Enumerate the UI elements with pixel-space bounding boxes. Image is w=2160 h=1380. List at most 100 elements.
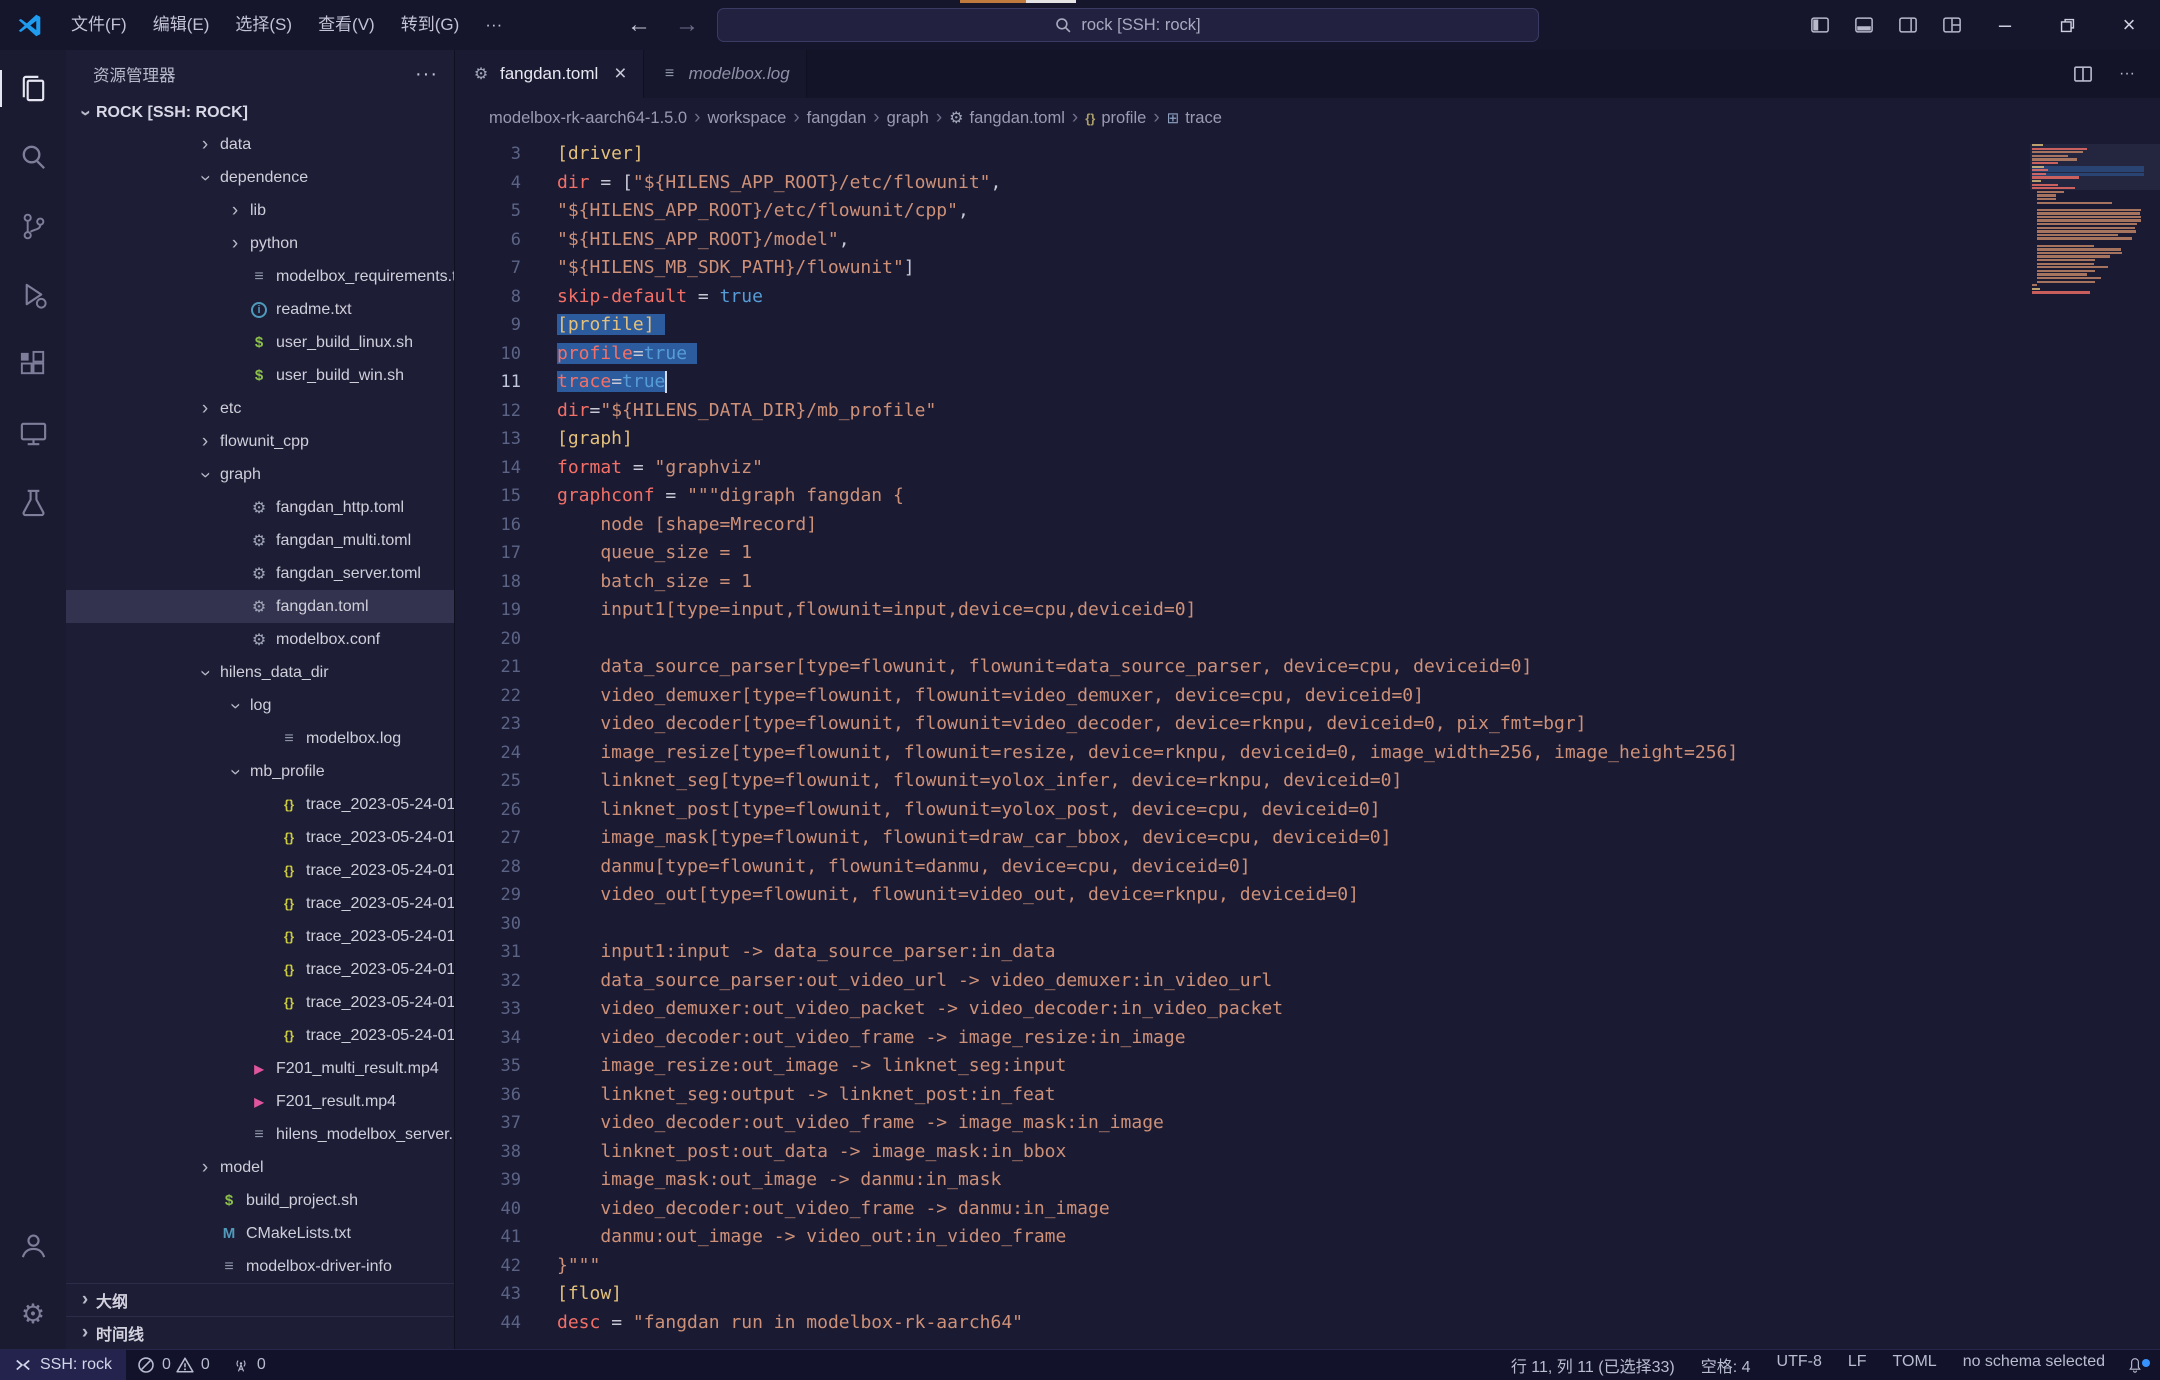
- tree-item[interactable]: ireadme.txt: [66, 293, 454, 326]
- code-text[interactable]: [driver]: [521, 140, 644, 169]
- breadcrumb-item[interactable]: modelbox-rk-aarch64-1.5.0: [489, 109, 687, 128]
- outline-panel[interactable]: › 大纲: [66, 1283, 454, 1316]
- code-text[interactable]: "${HILENS_APP_ROOT}/model",: [521, 226, 850, 255]
- tree-item[interactable]: MCMakeLists.txt: [66, 1217, 454, 1250]
- code-text[interactable]: batch_size = 1: [521, 568, 752, 597]
- menu-item[interactable]: ···: [472, 0, 515, 50]
- code-text[interactable]: "${HILENS_APP_ROOT}/etc/flowunit/cpp",: [521, 197, 969, 226]
- tree-item[interactable]: ›etc: [66, 392, 454, 425]
- problems-indicator[interactable]: 0 0: [126, 1356, 221, 1374]
- tree-item[interactable]: ⚙modelbox.conf: [66, 623, 454, 656]
- menu-item[interactable]: 转到(G): [388, 0, 473, 50]
- more-actions-icon[interactable]: ···: [2106, 50, 2148, 98]
- code-text[interactable]: video_decoder[type=flowunit, flowunit=vi…: [521, 710, 1587, 739]
- tree-item[interactable]: ⚙fangdan.toml: [66, 590, 454, 623]
- breadcrumb-item[interactable]: {}profile: [1085, 109, 1146, 128]
- close-icon[interactable]: ×: [614, 62, 626, 86]
- tree-item[interactable]: ≡modelbox_requirements.txt: [66, 260, 454, 293]
- status-item[interactable]: UTF-8: [1764, 1353, 1835, 1377]
- tree-item[interactable]: {}trace_2023-05-24-01-39-24.js...: [66, 1019, 454, 1052]
- code-text[interactable]: video_demuxer:out_video_packet -> video_…: [521, 995, 1283, 1024]
- code-text[interactable]: linknet_seg[type=flowunit, flowunit=yolo…: [521, 767, 1402, 796]
- ports-indicator[interactable]: 0: [221, 1356, 277, 1374]
- split-editor-icon[interactable]: [2062, 50, 2104, 98]
- status-item[interactable]: LF: [1835, 1353, 1880, 1377]
- workspace-section-header[interactable]: › ROCK [SSH: ROCK]: [66, 98, 454, 128]
- code-text[interactable]: linknet_seg:output -> linknet_post:in_fe…: [521, 1081, 1056, 1110]
- extensions-icon[interactable]: [0, 330, 66, 399]
- tree-item[interactable]: ›data: [66, 128, 454, 161]
- source-control-icon[interactable]: [0, 192, 66, 261]
- tree-item[interactable]: {}trace_2023-05-24-01-36-18.js...: [66, 887, 454, 920]
- menu-item[interactable]: 编辑(E): [140, 0, 223, 50]
- search-icon[interactable]: [0, 123, 66, 192]
- code-text[interactable]: trace=true: [521, 368, 667, 397]
- code-text[interactable]: "${HILENS_MB_SDK_PATH}/flowunit"]: [521, 254, 915, 283]
- code-text[interactable]: [profile]: [521, 311, 665, 340]
- code-text[interactable]: data_source_parser:out_video_url -> vide…: [521, 967, 1272, 996]
- tree-item[interactable]: $user_build_win.sh: [66, 359, 454, 392]
- tree-item[interactable]: ⚙fangdan_http.toml: [66, 491, 454, 524]
- tree-item[interactable]: {}trace_2023-05-24-01-38-18.js...: [66, 953, 454, 986]
- menu-item[interactable]: 选择(S): [222, 0, 305, 50]
- account-icon[interactable]: [0, 1211, 66, 1280]
- code-text[interactable]: format = "graphviz": [521, 454, 763, 483]
- code-text[interactable]: dir = ["${HILENS_APP_ROOT}/etc/flowunit"…: [521, 169, 1001, 198]
- code-text[interactable]: graphconf = """digraph fangdan {: [521, 482, 904, 511]
- code-text[interactable]: linknet_post:out_data -> image_mask:in_b…: [521, 1138, 1066, 1167]
- tree-item[interactable]: {}trace_2023-05-24-01-39-19.js...: [66, 986, 454, 1019]
- code-text[interactable]: [521, 625, 557, 654]
- remote-indicator[interactable]: SSH: rock: [0, 1350, 126, 1380]
- code-text[interactable]: data_source_parser[type=flowunit, flowun…: [521, 653, 1532, 682]
- tab-modelbox.log[interactable]: ≡modelbox.log: [644, 50, 807, 98]
- status-item[interactable]: 行 11, 列 11 (已选择33): [1498, 1353, 1688, 1377]
- restore-button[interactable]: [2036, 0, 2098, 50]
- status-item[interactable]: TOML: [1880, 1353, 1950, 1377]
- tree-item[interactable]: {}trace_2023-05-24-01-37-18.js...: [66, 920, 454, 953]
- toggle-sidebar-icon[interactable]: [1798, 0, 1842, 50]
- more-actions-icon[interactable]: ···: [415, 63, 438, 86]
- code-text[interactable]: profile=true: [521, 340, 697, 369]
- tree-item[interactable]: ›lib: [66, 194, 454, 227]
- code-text[interactable]: video_demuxer[type=flowunit, flowunit=vi…: [521, 682, 1424, 711]
- tree-item[interactable]: ›graph: [66, 458, 454, 491]
- minimap[interactable]: [2032, 144, 2144, 295]
- code-text[interactable]: queue_size = 1: [521, 539, 752, 568]
- tree-item[interactable]: ›hilens_data_dir: [66, 656, 454, 689]
- tree-item[interactable]: ›mb_profile: [66, 755, 454, 788]
- code-text[interactable]: linknet_post[type=flowunit, flowunit=yol…: [521, 796, 1381, 825]
- tree-item[interactable]: {}trace_2023-05-24-01-35-18.js...: [66, 854, 454, 887]
- breadcrumb-item[interactable]: ⚙fangdan.toml: [949, 108, 1065, 128]
- menu-item[interactable]: 查看(V): [305, 0, 388, 50]
- minimize-button[interactable]: –: [1974, 0, 2036, 50]
- tree-item[interactable]: ≡hilens_modelbox_server.pid: [66, 1118, 454, 1151]
- menu-item[interactable]: 文件(F): [58, 0, 140, 50]
- code-text[interactable]: }""": [521, 1252, 600, 1281]
- tree-item[interactable]: {}trace_2023-05-24-01-33-18.js...: [66, 788, 454, 821]
- code-text[interactable]: image_mask[type=flowunit, flowunit=draw_…: [521, 824, 1391, 853]
- code-text[interactable]: [graph]: [521, 425, 633, 454]
- breadcrumb-item[interactable]: graph: [887, 109, 929, 128]
- code-text[interactable]: dir="${HILENS_DATA_DIR}/mb_profile": [521, 397, 936, 426]
- breadcrumb-item[interactable]: ⊞trace: [1167, 109, 1222, 128]
- testing-icon[interactable]: [0, 468, 66, 537]
- code-text[interactable]: image_resize[type=flowunit, flowunit=res…: [521, 739, 1738, 768]
- tree-item[interactable]: ▶F201_result.mp4: [66, 1085, 454, 1118]
- code-text[interactable]: image_mask:out_image -> danmu:in_mask: [521, 1166, 1001, 1195]
- code-text[interactable]: video_decoder:out_video_frame -> danmu:i…: [521, 1195, 1110, 1224]
- notifications-bell[interactable]: [2118, 1356, 2160, 1374]
- back-arrow-icon[interactable]: ←: [621, 11, 657, 39]
- toggle-panel-icon[interactable]: [1842, 0, 1886, 50]
- status-item[interactable]: 空格: 4: [1688, 1353, 1764, 1377]
- code-text[interactable]: image_resize:out_image -> linknet_seg:in…: [521, 1052, 1066, 1081]
- tree-item[interactable]: ›flowunit_cpp: [66, 425, 454, 458]
- breadcrumb-item[interactable]: fangdan: [807, 109, 867, 128]
- code-text[interactable]: video_decoder:out_video_frame -> image_r…: [521, 1024, 1186, 1053]
- code-text[interactable]: video_decoder:out_video_frame -> image_m…: [521, 1109, 1164, 1138]
- code-text[interactable]: [flow]: [521, 1280, 622, 1309]
- code-text[interactable]: danmu:out_image -> video_out:in_video_fr…: [521, 1223, 1066, 1252]
- tree-item[interactable]: ›python: [66, 227, 454, 260]
- status-item[interactable]: no schema selected: [1950, 1353, 2118, 1377]
- tree-item[interactable]: ›dependence: [66, 161, 454, 194]
- tree-item[interactable]: $build_project.sh: [66, 1184, 454, 1217]
